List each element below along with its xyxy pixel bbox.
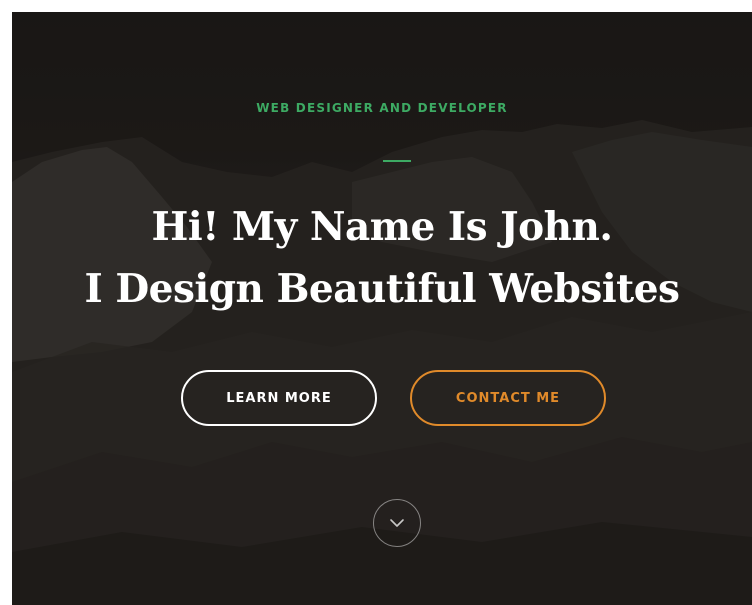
scroll-down-button[interactable] <box>373 499 421 547</box>
hero-subtitle: WEB DESIGNER AND DEVELOPER <box>256 101 508 115</box>
headline-line-2: I Design Beautiful Websites <box>84 266 680 312</box>
headline-line-1: Hi! My Name Is John. <box>151 204 613 250</box>
contact-me-button[interactable]: CONTACT ME <box>410 370 606 426</box>
learn-more-button[interactable]: LEARN MORE <box>181 370 377 426</box>
hero-section: WEB DESIGNER AND DEVELOPER Hi! My Name I… <box>12 12 752 605</box>
accent-divider <box>383 160 411 162</box>
chevron-down-icon <box>390 519 404 527</box>
hero-headline: Hi! My Name Is John. I Design Beautiful … <box>12 196 752 320</box>
